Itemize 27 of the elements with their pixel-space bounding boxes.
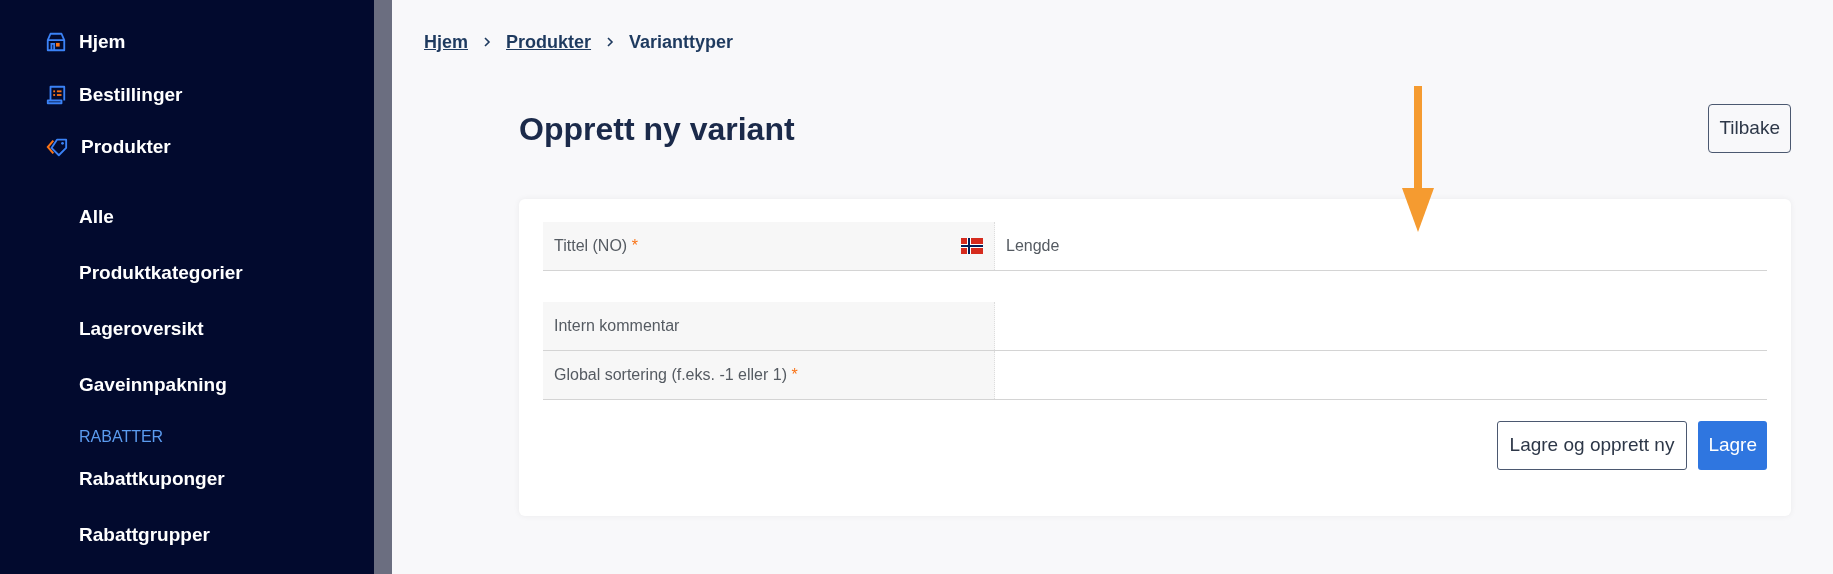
house-icon [45, 31, 67, 54]
save-button[interactable]: Lagre [1698, 421, 1767, 470]
section-heading: RABATTER [78, 426, 165, 447]
chevron-right-icon [482, 36, 492, 48]
breadcrumb-link[interactable]: Hjem [424, 28, 468, 56]
page-title: Opprett ny variant [519, 109, 795, 149]
chevron-right-icon [605, 36, 616, 48]
sidebar-item[interactable]: Rabattkuponger [45, 462, 374, 495]
label-text: Intern kommentar [554, 316, 680, 336]
sidebar-item[interactable]: Produktkategorier [45, 256, 374, 289]
label-text: Global sortering (f.eks. -1 eller 1) * [554, 365, 798, 385]
tag-icon [45, 136, 69, 159]
label-text: Tittel (NO) * [554, 236, 638, 256]
back-button[interactable]: Tilbake [1708, 104, 1791, 153]
receipt-icon [45, 83, 67, 106]
scrollbar[interactable] [374, 0, 392, 574]
breadcrumb-current: Varianttyper [629, 30, 734, 54]
breadcrumb-link[interactable]: Produkter [506, 28, 592, 56]
sidebar-item[interactable]: Lageroversikt [45, 312, 374, 345]
sidebar-item[interactable]: Hjem [45, 28, 374, 57]
sidebar-item[interactable]: Produkter [45, 133, 374, 162]
sidebar-item[interactable]: Gaveinnpakning [45, 368, 374, 401]
save-and-new-button[interactable]: Lagre og opprett ny [1496, 421, 1688, 470]
sidebar-item[interactable]: Alle [45, 200, 374, 233]
sidebar-item[interactable]: Bestillinger [45, 80, 374, 109]
norway-flag-icon [961, 238, 983, 254]
sidebar-item[interactable]: Rabattgrupper [45, 518, 374, 551]
